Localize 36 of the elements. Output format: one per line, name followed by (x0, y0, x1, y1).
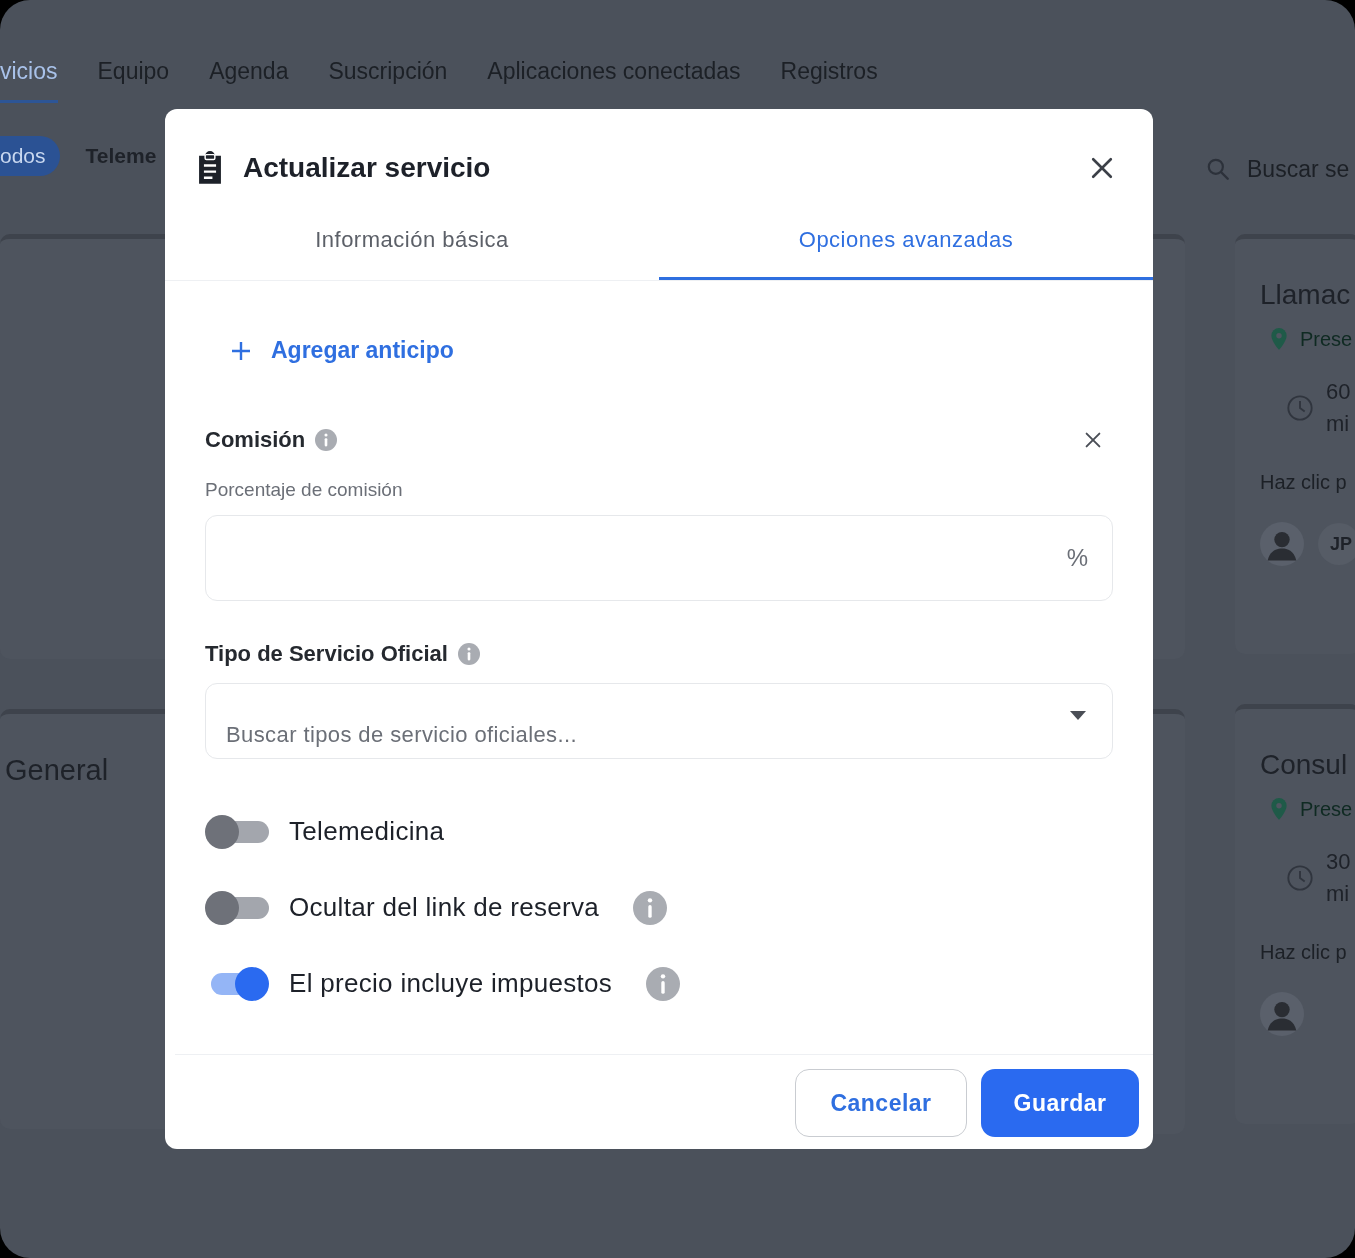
plus-icon (231, 340, 251, 361)
toggle-switch[interactable] (205, 814, 269, 849)
initials-avatar: JP (1318, 523, 1355, 565)
location-label: Prese (1300, 797, 1353, 821)
page-tab[interactable]: vicios (0, 58, 58, 103)
card-hint: Haz clic p (1260, 941, 1348, 964)
info-icon (457, 642, 480, 665)
save-button[interactable]: Guardar (981, 1069, 1139, 1137)
section-title: Comisión (205, 426, 306, 453)
service-type-dropdown[interactable]: Buscar tipos de servicio oficiales... (205, 682, 1113, 759)
dialog-tab[interactable]: Información básica (165, 209, 659, 280)
filter-chip[interactable]: odos (0, 136, 60, 176)
location-label: Prese (1300, 327, 1353, 351)
percentage-input-field[interactable]: % (205, 514, 1113, 601)
dialog-tab[interactable]: Opciones avanzadas (659, 209, 1153, 280)
close-icon[interactable] (1085, 431, 1101, 448)
caret-icon (1070, 710, 1086, 721)
add-deposit-link[interactable]: Agregar anticipo (231, 337, 454, 364)
avatar-silhouette-icon (1260, 992, 1304, 1036)
dialog-title: Actualizar servicio (243, 152, 491, 184)
field-label: Porcentaje de comisión (205, 478, 404, 501)
section-title: Tipo de Servicio Oficial (205, 640, 448, 667)
clock-icon (1286, 394, 1314, 422)
toggle-switch[interactable] (205, 890, 269, 925)
location-pin-icon (1270, 797, 1288, 821)
avatar-silhouette-icon (1260, 522, 1304, 566)
close-icon[interactable] (1091, 157, 1113, 179)
toggle-label: Telemedicina (289, 816, 445, 847)
card-hint: Haz clic p (1260, 471, 1348, 494)
info-icon (315, 428, 338, 451)
clock-icon (1286, 864, 1314, 892)
cancel-button[interactable]: Cancelar (795, 1069, 967, 1137)
toggle-label: El precio incluye impuestos (289, 968, 613, 999)
location-pin-icon (1270, 327, 1288, 351)
toggle-label: Ocultar del link de reserva (289, 892, 600, 923)
search-icon (1205, 156, 1231, 182)
